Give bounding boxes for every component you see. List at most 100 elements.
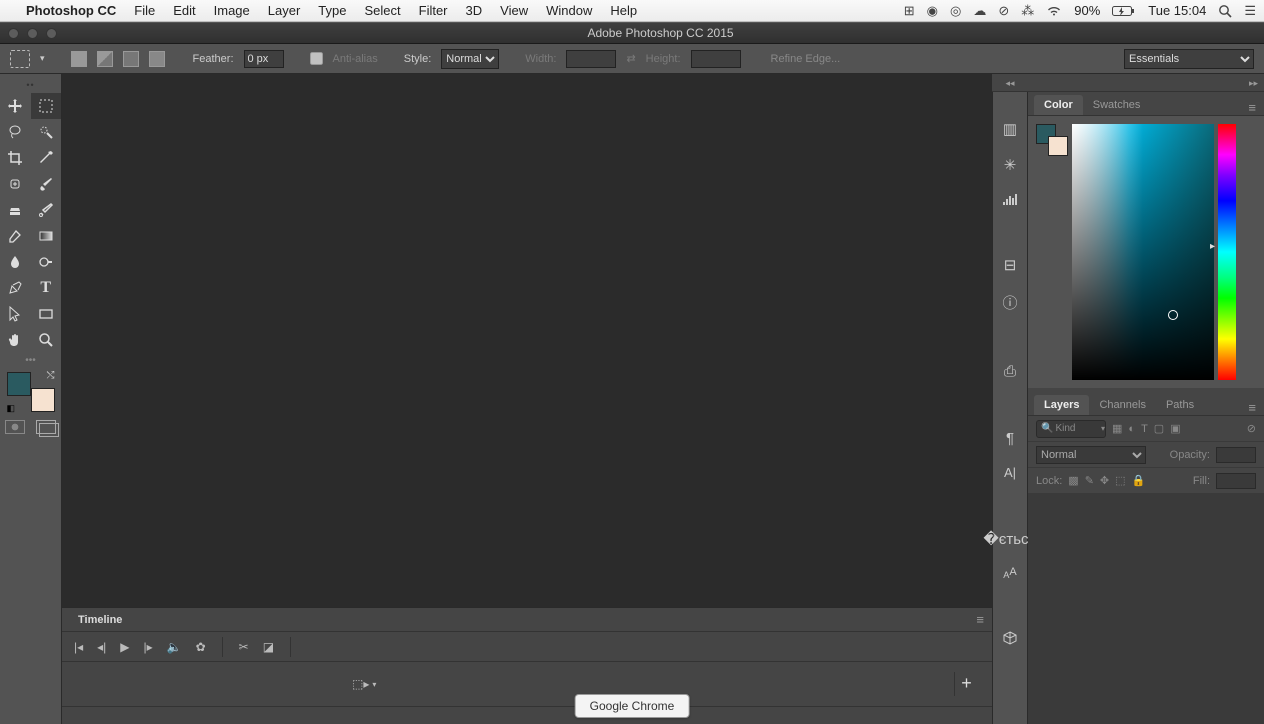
swatches-tab[interactable]: Swatches xyxy=(1083,95,1151,115)
history-brush-tool[interactable] xyxy=(31,197,62,223)
creative-cloud-icon[interactable]: ◎ xyxy=(950,3,961,19)
healing-tool[interactable] xyxy=(0,171,31,197)
menu-view[interactable]: View xyxy=(500,3,528,18)
menu-select[interactable]: Select xyxy=(364,3,400,18)
info-icon[interactable]: ⓘ xyxy=(1002,292,1017,313)
color-field[interactable] xyxy=(1072,124,1214,380)
fill-input[interactable] xyxy=(1216,473,1256,489)
selection-subtract-icon[interactable] xyxy=(123,51,139,67)
toolbox-grip-icon[interactable]: •• xyxy=(0,80,61,93)
timeline-transition-icon[interactable]: ◪ xyxy=(263,640,274,654)
3d-icon[interactable] xyxy=(1002,630,1018,646)
move-tool[interactable] xyxy=(0,93,31,119)
menu-edit[interactable]: Edit xyxy=(173,3,195,18)
histogram-icon[interactable]: ▥ xyxy=(1003,120,1017,138)
marquee-tool[interactable] xyxy=(31,93,62,119)
close-button[interactable] xyxy=(8,28,19,39)
timeline-tab[interactable]: Timeline xyxy=(70,610,130,630)
menu-3d[interactable]: 3D xyxy=(466,3,483,18)
selection-new-icon[interactable] xyxy=(71,51,87,67)
layers-tab[interactable]: Layers xyxy=(1034,395,1089,415)
quick-select-tool[interactable] xyxy=(31,119,62,145)
filter-adjust-icon[interactable]: ◐ xyxy=(1128,423,1135,435)
timeline-audio-icon[interactable]: 🔈 xyxy=(167,640,182,654)
navigator-icon[interactable]: ✳ xyxy=(1004,156,1017,174)
filter-smart-icon[interactable]: ▣ xyxy=(1170,422,1180,435)
character-styles-icon[interactable]: AA xyxy=(1003,566,1016,580)
document-canvas[interactable] xyxy=(62,74,992,607)
filter-toggle-icon[interactable]: ⊘ xyxy=(1247,422,1256,435)
notification-center-icon[interactable]: ☰ xyxy=(1244,3,1256,19)
zoom-tool[interactable] xyxy=(31,327,62,353)
color-tab[interactable]: Color xyxy=(1034,95,1083,115)
filter-type-icon[interactable]: T xyxy=(1141,423,1148,435)
color-swatches[interactable]: ⤭ ◧ xyxy=(7,372,55,412)
blur-tool[interactable] xyxy=(0,249,31,275)
crop-tool[interactable] xyxy=(0,145,31,171)
maximize-button[interactable] xyxy=(46,28,57,39)
layers-panel-menu-icon[interactable]: ≡ xyxy=(1248,400,1264,415)
hue-slider[interactable] xyxy=(1218,124,1236,380)
menu-help[interactable]: Help xyxy=(610,3,637,18)
menu-window[interactable]: Window xyxy=(546,3,592,18)
type-tool[interactable]: T xyxy=(31,275,62,301)
active-tool-icon[interactable] xyxy=(10,50,30,68)
eyedropper-tool[interactable] xyxy=(31,145,62,171)
style-select[interactable]: Normal xyxy=(441,49,499,69)
clone-stamp-tool[interactable] xyxy=(0,197,31,223)
timeline-play-icon[interactable]: ▶ xyxy=(120,640,129,654)
swap-colors-icon[interactable]: ⤭ xyxy=(47,370,55,381)
wifi-icon[interactable] xyxy=(1046,5,1062,17)
selection-intersect-icon[interactable] xyxy=(149,51,165,67)
timeline-first-frame-icon[interactable]: |◂ xyxy=(74,640,83,654)
lock-all-icon[interactable]: 🔒 xyxy=(1132,474,1146,487)
app-menu[interactable]: Photoshop CC xyxy=(26,3,116,18)
paragraph-icon[interactable]: ¶ xyxy=(1006,430,1014,447)
workspace-select[interactable]: Essentials xyxy=(1124,49,1254,69)
timeline-prev-frame-icon[interactable]: ◂| xyxy=(97,640,106,654)
lasso-tool[interactable] xyxy=(0,119,31,145)
menu-filter[interactable]: Filter xyxy=(419,3,448,18)
background-swatch[interactable] xyxy=(31,388,55,412)
panels-collapse-icon[interactable]: ▸▸ xyxy=(1028,74,1264,92)
rectangle-tool[interactable] xyxy=(31,301,62,327)
color-panel-menu-icon[interactable]: ≡ xyxy=(1248,100,1264,115)
menu-layer[interactable]: Layer xyxy=(268,3,301,18)
refine-edge-button[interactable]: Refine Edge... xyxy=(771,53,841,65)
screen-record-icon[interactable]: ◉ xyxy=(927,3,938,19)
menubar-extra-icon[interactable]: ⊞ xyxy=(904,3,915,19)
menu-file[interactable]: File xyxy=(134,3,155,18)
gradient-tool[interactable] xyxy=(31,223,62,249)
battery-icon[interactable] xyxy=(1112,5,1136,17)
menubar-clock[interactable]: Tue 15:04 xyxy=(1148,3,1206,18)
path-select-tool[interactable] xyxy=(0,301,31,327)
minimize-button[interactable] xyxy=(27,28,38,39)
panel-collapse-icon[interactable]: ◂◂ xyxy=(992,74,1028,92)
menu-image[interactable]: Image xyxy=(214,3,250,18)
brush-tool[interactable] xyxy=(31,171,62,197)
timeline-menu-icon[interactable]: ≡ xyxy=(976,612,984,627)
clock-icon[interactable]: ⊘ xyxy=(998,3,1009,19)
toolbox-more-icon[interactable]: ••• xyxy=(0,355,61,366)
adjustments-icon[interactable] xyxy=(1002,192,1018,206)
filter-shape-icon[interactable]: ▢ xyxy=(1154,422,1164,435)
lock-pixels-icon[interactable]: ✎ xyxy=(1085,474,1094,487)
foreground-swatch[interactable] xyxy=(7,372,31,396)
hand-tool[interactable] xyxy=(0,327,31,353)
lock-position-icon[interactable]: ✥ xyxy=(1100,474,1109,487)
layers-list[interactable] xyxy=(1028,494,1264,724)
timeline-add-track-icon[interactable]: + xyxy=(954,672,978,696)
channels-tab[interactable]: Channels xyxy=(1089,395,1155,415)
menu-type[interactable]: Type xyxy=(318,3,346,18)
timeline-split-icon[interactable]: ✂ xyxy=(239,640,249,654)
timeline-fps-button[interactable]: ⬚▸▾ xyxy=(352,677,376,691)
pen-tool[interactable] xyxy=(0,275,31,301)
opacity-input[interactable] xyxy=(1216,447,1256,463)
bluetooth-icon[interactable]: ⁂ xyxy=(1021,3,1034,19)
lock-transparent-icon[interactable]: ▩ xyxy=(1068,474,1078,487)
tool-preset-dropdown-icon[interactable]: ▾ xyxy=(40,53,45,64)
lock-artboard-icon[interactable]: ⬚ xyxy=(1115,474,1125,487)
timeline-next-frame-icon[interactable]: |▸ xyxy=(144,640,153,654)
spotlight-icon[interactable] xyxy=(1218,4,1232,18)
timeline-settings-icon[interactable]: ✿ xyxy=(196,640,206,654)
